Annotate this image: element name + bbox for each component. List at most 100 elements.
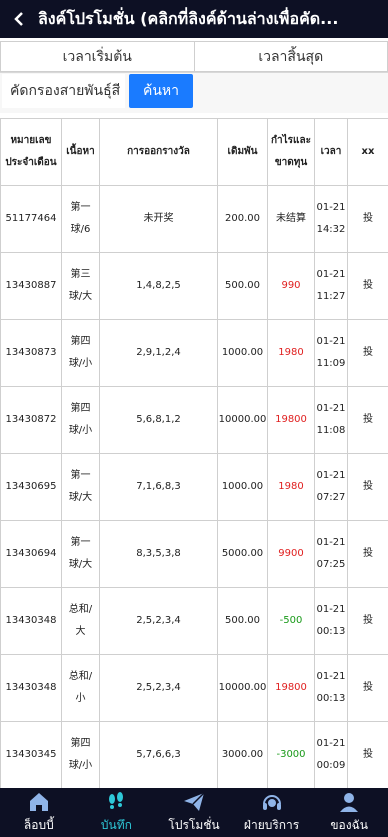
col-content: เนื้อหา	[61, 118, 100, 186]
search-button[interactable]: ค้นหา	[129, 74, 193, 108]
xx-cell: 投	[347, 587, 388, 655]
table-row[interactable]: 13430887 第三 球/大 1,4,8,2,5 500.00 990 01-21 11:2…	[0, 252, 388, 320]
time-range: เวลาเริ่มต้น เวลาสิ้นสุด	[0, 41, 388, 73]
start-time-button[interactable]: เวลาเริ่มต้น	[0, 41, 194, 72]
content-cell: 总和/大	[61, 587, 100, 655]
user-icon	[340, 793, 359, 812]
tab-mine[interactable]: ของฉัน	[310, 788, 388, 837]
time-cell: 01-21 11:27	[314, 252, 348, 320]
paper-plane-icon	[183, 792, 205, 811]
table-row[interactable]: 13430345 第四 球/小 5,7,6,6,3 3000.00 -3000 01-21 0…	[0, 721, 388, 788]
content-cell: 总和/小	[61, 654, 100, 722]
profit-loss-cell: -3000	[267, 721, 315, 788]
bet-cell: 10000.00	[217, 654, 268, 722]
app: ลิงค์โปรโมชั่น (คลิกที่ลิงค์ด้านล่างเพื่…	[0, 0, 388, 837]
col-issue: หมายเลข ประจำเดือน	[0, 118, 62, 186]
color-filter-input[interactable]: คัดกรองสายพันธุ์สี	[2, 74, 125, 108]
time-cell: 01-21 11:09	[314, 319, 348, 387]
xx-cell: 投	[347, 185, 388, 253]
content-cell: 第四 球/小	[61, 386, 100, 454]
records-table-container[interactable]: หมายเลข ประจำเดือน เนื้อหา การออกรางวัล เ…	[0, 118, 388, 788]
content-cell: 第四 球/小	[61, 721, 100, 788]
col-bet: เดิมพัน	[217, 118, 268, 186]
issue-cell: 13430694	[0, 520, 62, 588]
bet-cell: 500.00	[217, 252, 268, 320]
profit-loss-cell: 9900	[267, 520, 315, 588]
draw-cell: 未开奖	[99, 185, 218, 253]
time-cell: 01-21 07:25	[314, 520, 348, 588]
table-row[interactable]: 13430694 第一 球/大 8,3,5,3,8 5000.00 9900 01-21 07…	[0, 520, 388, 588]
table-row[interactable]: 13430348 总和/大 2,5,2,3,4 500.00 -500 01-21 00:1…	[0, 587, 388, 655]
table-row[interactable]: 13430872 第四 球/小 5,6,8,1,2 10000.00 19800 01-21…	[0, 386, 388, 454]
tab-lobby[interactable]: ล็อบบี้	[0, 788, 78, 837]
content-cell: 第一 球/6	[61, 185, 100, 253]
bottom-tab-bar: ล็อบบี้ บันทึก โปรโมชั่น ฝ่ายบริการ ของฉ…	[0, 788, 388, 837]
col-profit-loss: กำไรและ ขาดทุน	[267, 118, 315, 186]
footprint-icon	[109, 792, 124, 809]
back-button[interactable]	[0, 0, 38, 38]
issue-cell: 51177464	[0, 185, 62, 253]
draw-cell: 5,6,8,1,2	[99, 386, 218, 454]
issue-cell: 13430348	[0, 654, 62, 722]
issue-cell: 13430345	[0, 721, 62, 788]
profit-loss-cell: 19800	[267, 386, 315, 454]
draw-cell: 2,5,2,3,4	[99, 587, 218, 655]
table-header-row: หมายเลข ประจำเดือน เนื้อหา การออกรางวัล เ…	[0, 118, 388, 186]
col-draw: การออกรางวัล	[99, 118, 218, 186]
issue-cell: 13430887	[0, 252, 62, 320]
table-row[interactable]: 13430873 第四 球/小 2,9,1,2,4 1000.00 1980 01-21 11…	[0, 319, 388, 387]
chevron-left-icon	[14, 12, 23, 26]
col-time: เวลา	[314, 118, 348, 186]
draw-cell: 7,1,6,8,3	[99, 453, 218, 521]
records-table: หมายเลข ประจำเดือน เนื้อหา การออกรางวัล เ…	[0, 118, 388, 788]
xx-cell: 投	[347, 453, 388, 521]
end-time-button[interactable]: เวลาสิ้นสุด	[193, 41, 388, 72]
draw-cell: 1,4,8,2,5	[99, 252, 218, 320]
time-cell: 01-21 00:09	[314, 721, 348, 788]
issue-cell: 13430348	[0, 587, 62, 655]
table-row[interactable]: 51177464 第一 球/6 未开奖 200.00 未结算 01-21 14:32 投	[0, 185, 388, 253]
bet-cell: 500.00	[217, 587, 268, 655]
xx-cell: 投	[347, 721, 388, 788]
bet-cell: 1000.00	[217, 453, 268, 521]
bet-cell: 1000.00	[217, 319, 268, 387]
bet-cell: 5000.00	[217, 520, 268, 588]
profit-loss-cell: 未结算	[267, 185, 315, 253]
tab-records[interactable]: บันทึก	[78, 788, 156, 837]
time-cell: 01-21 00:13	[314, 654, 348, 722]
page-title: ลิงค์โปรโมชั่น (คลิกที่ลิงค์ด้านล่างเพื่…	[38, 8, 339, 28]
content-cell: 第四 球/小	[61, 319, 100, 387]
tab-promotions[interactable]: โปรโมชั่น	[155, 788, 233, 837]
xx-cell: 投	[347, 319, 388, 387]
table-row[interactable]: 13430695 第一 球/大 7,1,6,8,3 1000.00 1980 01-21 07…	[0, 453, 388, 521]
time-cell: 01-21 07:27	[314, 453, 348, 521]
bet-cell: 200.00	[217, 185, 268, 253]
filter-bar: คัดกรองสายพันธุ์สี ค้นหา	[0, 73, 388, 113]
headset-icon	[262, 795, 281, 810]
content-cell: 第一 球/大	[61, 453, 100, 521]
profit-loss-cell: -500	[267, 587, 315, 655]
xx-cell: 投	[347, 386, 388, 454]
profit-loss-cell: 990	[267, 252, 315, 320]
profit-loss-cell: 1980	[267, 319, 315, 387]
bet-cell: 3000.00	[217, 721, 268, 788]
profit-loss-cell: 1980	[267, 453, 315, 521]
content-cell: 第三 球/大	[61, 252, 100, 320]
xx-cell: 投	[347, 654, 388, 722]
bet-cell: 10000.00	[217, 386, 268, 454]
profit-loss-cell: 19800	[267, 654, 315, 722]
col-xx: xx	[347, 118, 388, 186]
header-bar: ลิงค์โปรโมชั่น (คลิกที่ลิงค์ด้านล่างเพื่…	[0, 0, 388, 38]
draw-cell: 8,3,5,3,8	[99, 520, 218, 588]
draw-cell: 5,7,6,6,3	[99, 721, 218, 788]
time-cell: 01-21 00:13	[314, 587, 348, 655]
table-row[interactable]: 13430348 总和/小 2,5,2,3,4 10000.00 19800 01-21 0…	[0, 654, 388, 722]
home-icon	[29, 793, 48, 811]
tab-service[interactable]: ฝ่ายบริการ	[233, 788, 311, 837]
xx-cell: 投	[347, 252, 388, 320]
issue-cell: 13430872	[0, 386, 62, 454]
time-cell: 01-21 11:08	[314, 386, 348, 454]
time-cell: 01-21 14:32	[314, 185, 348, 253]
draw-cell: 2,5,2,3,4	[99, 654, 218, 722]
draw-cell: 2,9,1,2,4	[99, 319, 218, 387]
